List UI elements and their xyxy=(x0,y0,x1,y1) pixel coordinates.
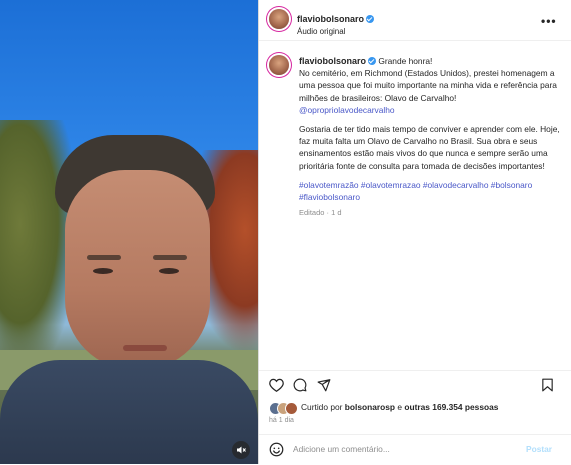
caption-paragraph-2: Gostaria de ter tido mais tempo de convi… xyxy=(299,124,560,171)
liker-avatar xyxy=(285,402,298,415)
eye-left xyxy=(93,268,113,274)
speaker-muted-icon xyxy=(237,446,246,454)
hashtag-links[interactable]: #olavotemrazão #olavotemrazao #olavodeca… xyxy=(299,179,561,203)
likes-count-link[interactable]: outras 169.354 pessoas xyxy=(404,402,498,412)
caption-meta: Editado · 1 d xyxy=(299,208,342,218)
eye-right xyxy=(159,268,179,274)
post-time[interactable]: há 1 dia xyxy=(269,417,294,424)
author-avatar[interactable] xyxy=(269,9,289,29)
like-heart-icon[interactable] xyxy=(269,378,284,392)
mouth xyxy=(123,345,167,351)
post-header: flaviobolsonaro Áudio original ••• xyxy=(259,0,571,41)
emoji-icon[interactable] xyxy=(269,442,284,457)
person-selfie xyxy=(55,135,225,375)
likes-middle: e xyxy=(397,402,403,412)
face xyxy=(65,170,210,370)
caption-paragraph-1: No cemitério, em Richmond (Estados Unido… xyxy=(299,68,557,103)
author-info: flaviobolsonaro Áudio original xyxy=(297,9,375,36)
audio-link[interactable]: Áudio original xyxy=(297,27,374,36)
author-username[interactable]: flaviobolsonaro xyxy=(297,14,364,24)
likes-summary: Curtido por bolsonarosp e outras 169.354… xyxy=(301,402,498,412)
brow-right xyxy=(153,255,187,260)
caption-username[interactable]: flaviobolsonaro xyxy=(299,56,366,66)
post-video[interactable] xyxy=(0,0,258,464)
action-bar xyxy=(259,370,571,399)
post-caption: flaviobolsonaro Grande honra! No cemitér… xyxy=(299,55,561,219)
save-bookmark-icon[interactable] xyxy=(541,378,554,392)
share-icon[interactable] xyxy=(317,378,331,392)
instagram-post-modal: flaviobolsonaro Áudio original ••• flavi… xyxy=(0,0,571,464)
verified-badge-icon xyxy=(366,15,375,23)
brow-left xyxy=(87,255,121,260)
likes-prefix: Curtido por xyxy=(301,402,343,412)
mute-button[interactable] xyxy=(232,441,250,459)
comment-bar: Adicione um comentário... Postar xyxy=(259,434,571,465)
more-options-icon[interactable]: ••• xyxy=(541,14,557,28)
comment-input[interactable]: Adicione um comentário... xyxy=(293,444,390,454)
caption-first-line: Grande honra! xyxy=(378,56,433,66)
verified-badge-icon xyxy=(368,57,377,65)
mention-link[interactable]: @opropriolavodecarvalho xyxy=(299,105,395,115)
liked-by-user[interactable]: bolsonarosp xyxy=(345,402,395,412)
shirt xyxy=(0,360,258,464)
comment-icon[interactable] xyxy=(293,378,307,392)
post-comment-button[interactable]: Postar xyxy=(526,444,552,454)
caption-avatar[interactable] xyxy=(269,55,289,75)
post-sidebar: flaviobolsonaro Áudio original ••• flavi… xyxy=(258,0,571,464)
